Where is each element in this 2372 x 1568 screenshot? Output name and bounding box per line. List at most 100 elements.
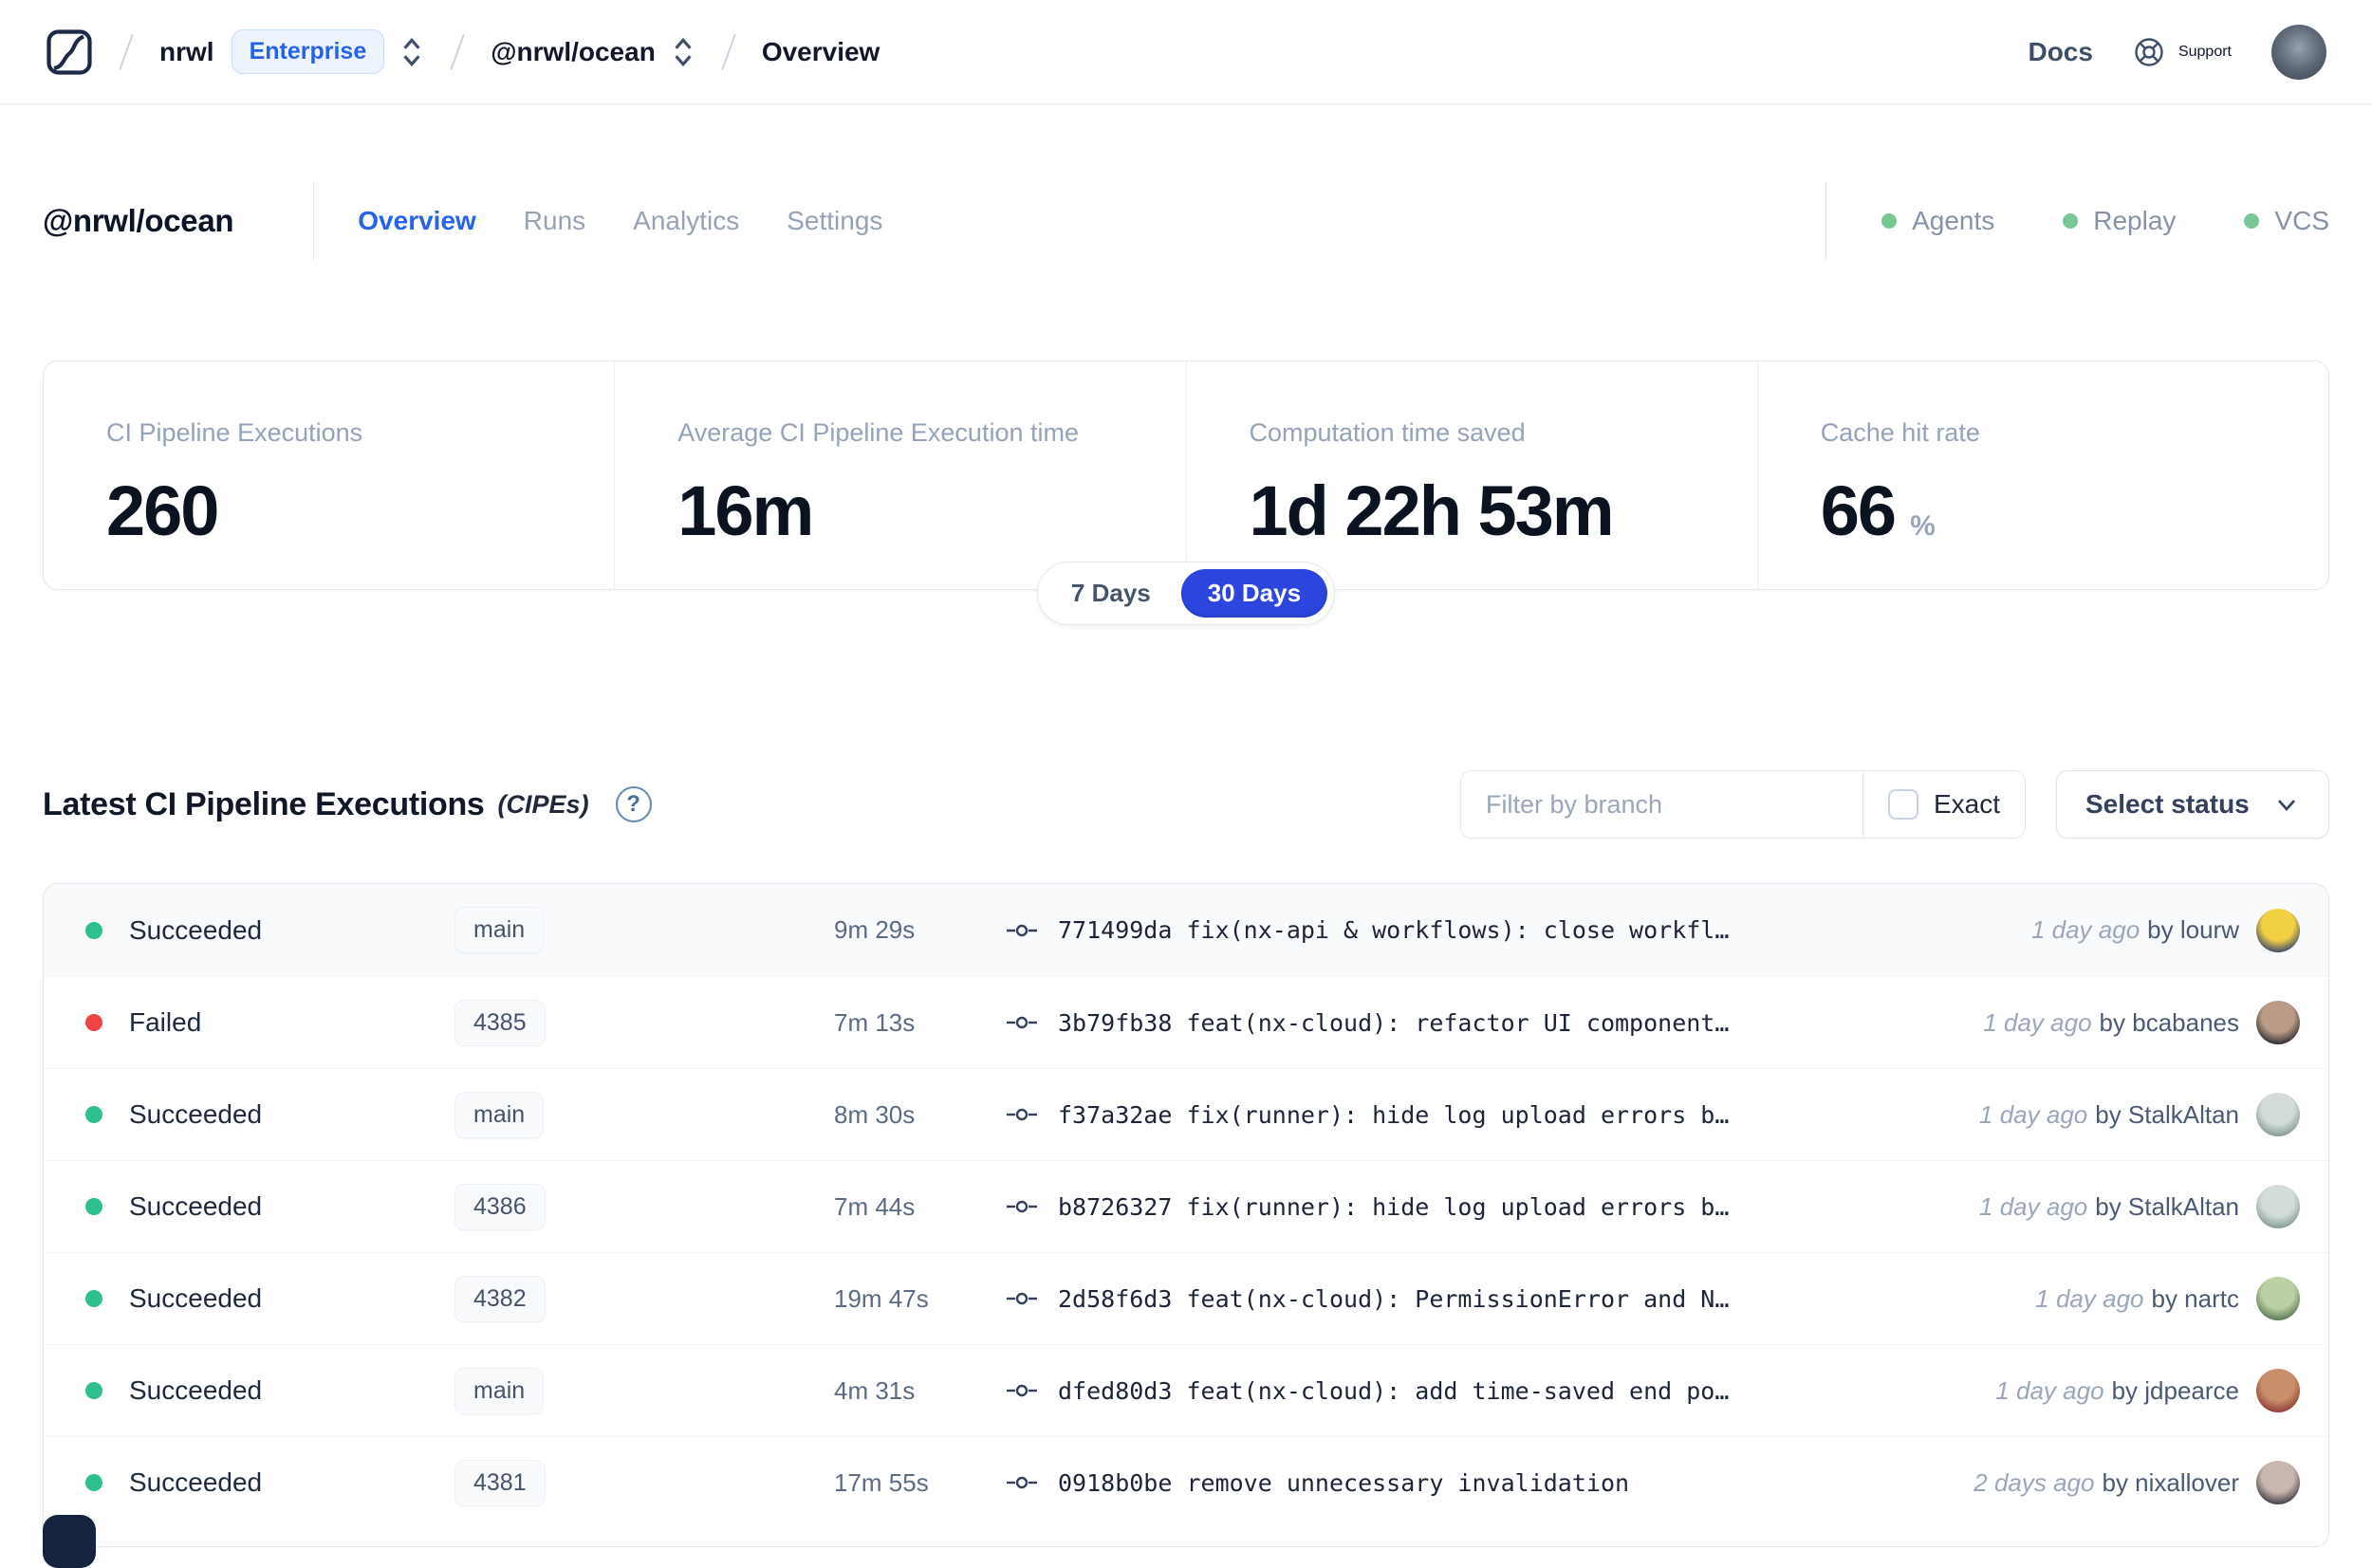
status-cell: Succeeded: [85, 1283, 454, 1314]
branch-filter-input[interactable]: [1461, 771, 1862, 838]
commit-time: 1 day ago: [2030, 915, 2140, 944]
commit-author: by lourw: [2147, 915, 2239, 944]
org-selector[interactable]: nrwl Enterprise: [159, 29, 424, 74]
duration-label: 19m 47s: [834, 1283, 929, 1313]
workspace-selector[interactable]: @nrwl/ocean: [491, 35, 695, 69]
tab-runs[interactable]: Runs: [524, 206, 585, 236]
status-dot-icon: [85, 921, 102, 939]
author-avatar: [2256, 1185, 2300, 1228]
author-avatar: [2256, 1369, 2300, 1412]
section-title: Latest CI Pipeline Executions: [43, 785, 485, 822]
toggle-7-days[interactable]: 7 Days: [1045, 569, 1177, 618]
table-row[interactable]: Failed 4385 7m 13s 3b79fb38 feat(nx-cloud):…: [44, 976, 2328, 1068]
status-dot-icon: [85, 1014, 102, 1031]
exact-checkbox[interactable]: [1887, 789, 1918, 820]
branch-chip: 4386: [454, 1183, 546, 1230]
branch-chip: 4385: [454, 999, 546, 1046]
row-meta: 1 day ago by jdpearce: [1995, 1376, 2256, 1406]
row-meta: 2 days ago by nixallover: [1974, 1468, 2256, 1498]
commit-cell: b8726327 fix(runner): hide log upload er…: [1005, 1193, 1729, 1221]
support-link[interactable]: Support: [2133, 36, 2232, 68]
exact-match-group: Exact: [1862, 771, 2025, 838]
status-select-dropdown[interactable]: Select status: [2056, 770, 2329, 839]
chat-launcher-button[interactable]: [43, 1515, 96, 1568]
table-row[interactable]: Succeeded 4382 19m 47s 2d58f6d3 feat(nx-clo…: [44, 1252, 2328, 1344]
workspace-header: @nrwl/ocean Overview Runs Analytics Setting…: [43, 166, 2329, 276]
stat-value: 1d 22h 53m: [1249, 471, 1615, 550]
stats-cards: CI Pipeline Executions 260 Average CI Pipe…: [43, 360, 2329, 590]
indicator-vcs[interactable]: VCS: [2244, 206, 2329, 236]
status-dot-icon: [85, 1106, 102, 1123]
status-label: Failed: [129, 1007, 202, 1037]
commit-time: 2 days ago: [1974, 1467, 2095, 1497]
git-commit-icon: [1007, 924, 1037, 936]
docs-link[interactable]: Docs: [2028, 37, 2092, 67]
row-meta: 1 day ago by lourw: [2031, 915, 2256, 945]
commit-cell: 3b79fb38 feat(nx-cloud): refactor UI com…: [1005, 1009, 1729, 1037]
tab-analytics[interactable]: Analytics: [633, 206, 739, 236]
branch-cell: main: [454, 1091, 777, 1138]
status-cell: Succeeded: [85, 1191, 454, 1222]
indicator-agents[interactable]: Agents: [1881, 206, 1994, 236]
tab-settings[interactable]: Settings: [787, 206, 882, 236]
commit-text: b8726327 fix(runner): hide log upload er…: [1058, 1192, 1730, 1221]
stat-label: Computation time saved: [1249, 418, 1526, 447]
help-icon[interactable]: ?: [615, 786, 652, 822]
tab-overview[interactable]: Overview: [358, 206, 476, 236]
commit-cell: f37a32ae fix(runner): hide log upload er…: [1005, 1101, 1729, 1129]
commit-cell: 771499da fix(nx-api & workflows): close …: [1005, 916, 1729, 944]
commit-author: by nartc: [2151, 1283, 2240, 1313]
commit-author: by StalkAltan: [2095, 1099, 2239, 1129]
table-row[interactable]: Succeeded main 9m 29s 771499da fix(nx-api &…: [44, 884, 2328, 976]
indicator-replay[interactable]: Replay: [2063, 206, 2176, 236]
cipe-section-header: Latest CI Pipeline Executions (CIPEs) ? …: [43, 765, 2329, 844]
indicator-label: VCS: [2274, 206, 2329, 235]
enterprise-badge: Enterprise: [231, 29, 385, 74]
nx-cloud-logo-icon[interactable]: [46, 28, 93, 76]
stat-value: 16m: [677, 471, 814, 550]
org-switcher-chevrons-icon[interactable]: [399, 35, 424, 69]
status-dot-icon: [85, 1382, 102, 1399]
breadcrumb-separator: [450, 33, 466, 70]
user-avatar[interactable]: [2271, 24, 2326, 80]
workspace-switcher-chevrons-icon[interactable]: [671, 35, 695, 69]
row-meta: 1 day ago by bcabanes: [1983, 1008, 2256, 1038]
status-dot-icon: [2244, 213, 2260, 229]
table-row[interactable]: Succeeded 4381 17m 55s 0918b0be remove unne…: [44, 1436, 2328, 1528]
branch-chip: 4381: [454, 1459, 546, 1506]
status-dot-icon: [85, 1290, 102, 1307]
row-meta: 1 day ago by nartc: [2035, 1284, 2256, 1314]
author-avatar: [2256, 1277, 2300, 1320]
commit-cell: 0918b0be remove unnecessary invalidation: [1005, 1469, 1629, 1497]
chevron-down-icon: [2278, 800, 2295, 811]
table-row[interactable]: Succeeded main 8m 30s f37a32ae fix(runner):…: [44, 1068, 2328, 1160]
table-row[interactable]: Succeeded main 4m 31s dfed80d3 feat(nx-clou…: [44, 1344, 2328, 1436]
workspace-status-indicators: Agents Replay VCS: [1881, 206, 2329, 236]
stat-suffix: %: [1910, 510, 1936, 542]
table-row[interactable]: Succeeded 4386 7m 44s b8726327 fix(runner):…: [44, 1160, 2328, 1252]
stat-label: Average CI Pipeline Execution time: [677, 418, 1079, 447]
duration-label: 4m 31s: [834, 1375, 916, 1405]
stat-value: 66: [1820, 471, 1897, 550]
branch-cell: main: [454, 1367, 777, 1414]
support-label: Support: [2177, 43, 2232, 60]
divider: [313, 182, 315, 260]
status-cell: Succeeded: [85, 1375, 454, 1406]
status-label: Succeeded: [129, 1467, 263, 1497]
commit-text: dfed80d3 feat(nx-cloud): add time-saved …: [1058, 1376, 1730, 1405]
commit-author: by jdpearce: [2111, 1375, 2239, 1405]
branch-chip: main: [454, 907, 545, 953]
status-label: Succeeded: [129, 1375, 263, 1405]
toggle-30-days[interactable]: 30 Days: [1180, 569, 1328, 618]
top-bar: nrwl Enterprise @nrwl/ocean Overview Doc…: [0, 0, 2372, 104]
commit-time: 1 day ago: [1983, 1007, 2092, 1037]
branch-cell: 4382: [454, 1275, 777, 1322]
commit-cell: 2d58f6d3 feat(nx-cloud): PermissionError…: [1005, 1285, 1729, 1313]
git-commit-icon: [1007, 1016, 1037, 1029]
indicator-label: Agents: [1912, 206, 1995, 235]
breadcrumb-current-page: Overview: [761, 36, 880, 66]
branch-cell: 4381: [454, 1459, 777, 1506]
git-commit-icon: [1007, 1384, 1037, 1397]
date-range-toggle: 7 Days 30 Days: [1036, 562, 1336, 625]
author-avatar: [2256, 1001, 2300, 1044]
